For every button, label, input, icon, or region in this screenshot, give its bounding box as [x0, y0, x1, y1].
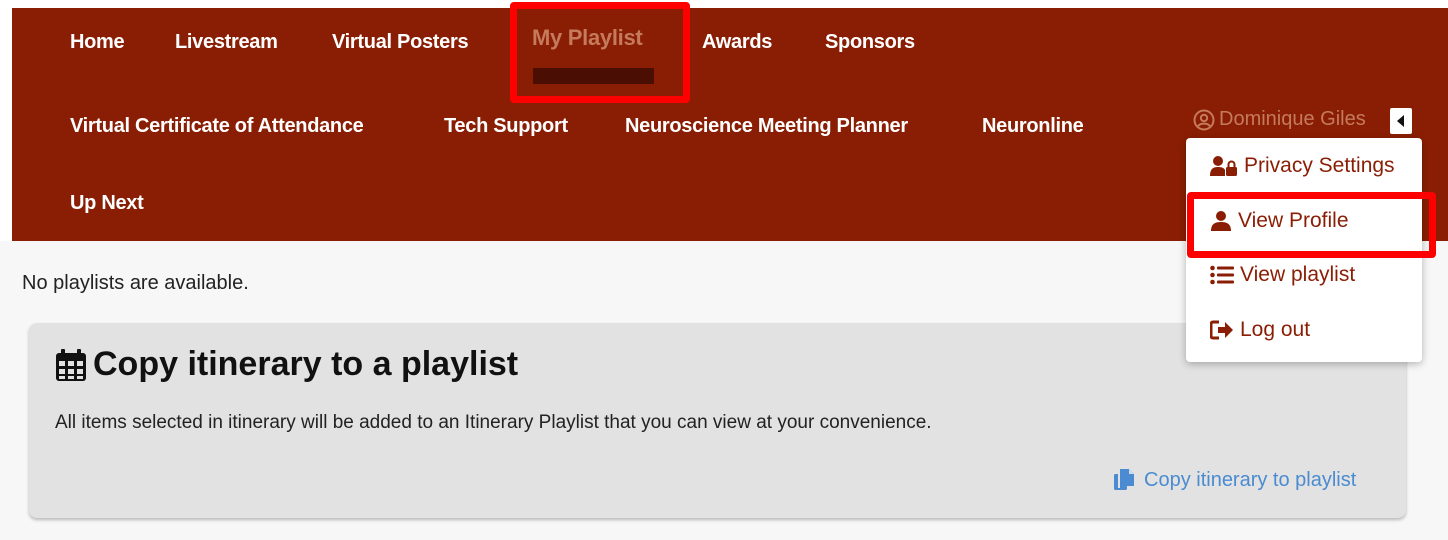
copy-itinerary-button[interactable]: Copy itinerary to playlist [1112, 468, 1356, 492]
menu-log-out-label: Log out [1240, 318, 1311, 341]
user-menu-toggle[interactable]: Dominique Giles [1193, 108, 1366, 131]
user-circle-icon [1193, 109, 1215, 131]
sign-out-icon [1210, 320, 1234, 340]
caret-left-icon[interactable] [1390, 108, 1412, 134]
nav-virtual-posters[interactable]: Virtual Posters [332, 31, 469, 54]
nav-meeting-planner[interactable]: Neuroscience Meeting Planner [625, 115, 908, 138]
user-icon [1210, 210, 1232, 232]
calendar-icon [55, 348, 87, 382]
nav-livestream[interactable]: Livestream [175, 31, 278, 54]
menu-view-playlist-label: View playlist [1240, 263, 1356, 286]
empty-playlists-message: No playlists are available. [22, 272, 249, 294]
nav-tech-support[interactable]: Tech Support [444, 115, 568, 138]
nav-certificate[interactable]: Virtual Certificate of Attendance [70, 115, 364, 138]
menu-privacy-settings[interactable]: Privacy Settings [1210, 154, 1395, 178]
card-description: All items selected in itinerary will be … [55, 412, 932, 433]
user-name: Dominique Giles [1219, 108, 1366, 130]
copy-icon [1112, 468, 1136, 492]
nav-neuronline[interactable]: Neuronline [982, 115, 1084, 138]
card-title: Copy itinerary to a playlist [55, 345, 518, 384]
menu-view-profile[interactable]: View Profile [1210, 209, 1349, 233]
user-lock-icon [1210, 155, 1238, 177]
menu-view-playlist[interactable]: View playlist [1210, 263, 1355, 287]
nav-my-playlist[interactable]: My Playlist [532, 25, 643, 51]
menu-privacy-label: Privacy Settings [1244, 154, 1395, 177]
nav-up-next[interactable]: Up Next [70, 192, 144, 215]
nav-home[interactable]: Home [70, 31, 125, 54]
list-icon [1210, 264, 1234, 286]
nav-sponsors[interactable]: Sponsors [825, 31, 915, 54]
active-tab-indicator [533, 68, 654, 84]
card-title-text: Copy itinerary to a playlist [93, 345, 519, 383]
nav-awards[interactable]: Awards [702, 31, 772, 54]
copy-itinerary-label: Copy itinerary to playlist [1144, 468, 1357, 491]
menu-log-out[interactable]: Log out [1210, 318, 1310, 342]
menu-view-profile-label: View Profile [1238, 209, 1349, 232]
